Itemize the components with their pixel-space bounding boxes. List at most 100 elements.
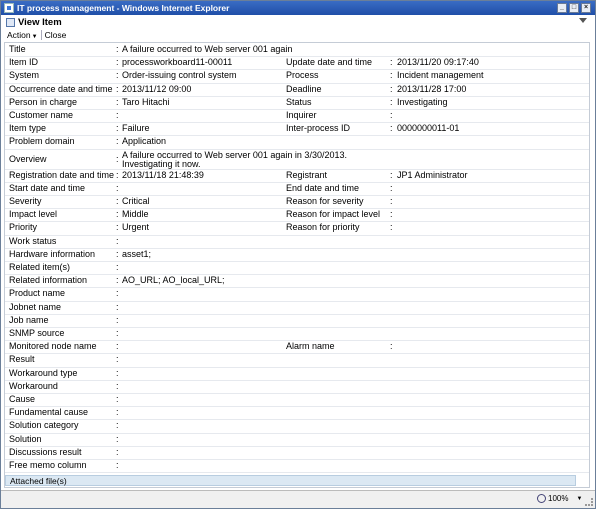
field-label: Overview bbox=[9, 153, 47, 164]
field-label: Hardware information bbox=[9, 248, 96, 259]
field-row: Product name: bbox=[5, 288, 589, 302]
browser-window: IT process management - Windows Internet… bbox=[0, 0, 596, 509]
field-label: Status bbox=[286, 96, 312, 107]
field-row: Related item(s): bbox=[5, 262, 589, 276]
field-row: System: Order-issuing control system Proce… bbox=[5, 70, 589, 84]
field-colon: : bbox=[390, 169, 393, 180]
field-colon: : bbox=[116, 153, 119, 164]
field-colon: : bbox=[116, 96, 119, 107]
field-value: 2013/11/20 09:17:40 bbox=[397, 57, 479, 68]
field-value: 2013/11/28 17:00 bbox=[397, 83, 467, 94]
field-colon: : bbox=[390, 123, 393, 134]
field-colon: : bbox=[116, 70, 119, 81]
field-colon: : bbox=[116, 460, 119, 470]
maximize-button[interactable]: □ bbox=[569, 3, 579, 13]
field-colon: : bbox=[116, 169, 119, 180]
field-value: processworkboard11-00011 bbox=[122, 57, 233, 68]
field-label: Title bbox=[9, 44, 26, 54]
close-window-button[interactable]: × bbox=[581, 3, 591, 13]
field-colon: : bbox=[390, 222, 393, 233]
field-row: Monitored node name: Alarm name: bbox=[5, 341, 589, 355]
collapse-arrow-icon[interactable] bbox=[579, 18, 587, 23]
field-colon: : bbox=[116, 196, 119, 206]
field-row: Customer name: Inquirer: bbox=[5, 110, 589, 124]
field-label: Work status bbox=[9, 235, 57, 246]
field-label: Reason for priority bbox=[286, 222, 360, 233]
field-label: Start date and time bbox=[9, 182, 86, 193]
field-row: Solution: bbox=[5, 434, 589, 447]
field-row: Impact level: Middle Reason for impact lev… bbox=[5, 209, 589, 223]
field-label: Result bbox=[9, 354, 35, 365]
field-label: Product name bbox=[9, 288, 66, 299]
field-value: Critical bbox=[122, 196, 150, 206]
field-colon: : bbox=[116, 394, 119, 404]
field-label: Reason for severity bbox=[286, 196, 364, 206]
field-label: Cause bbox=[9, 394, 36, 404]
resize-grip[interactable] bbox=[585, 498, 593, 506]
attached-files-header[interactable]: Attached file(s) bbox=[5, 475, 576, 486]
field-label: Solution category bbox=[9, 420, 79, 431]
field-label: SNMP source bbox=[9, 328, 65, 338]
field-row: Hardware information: asset1; bbox=[5, 249, 589, 262]
action-menu-button[interactable]: Action▼ bbox=[4, 30, 41, 41]
status-bar: 100% ▼ bbox=[1, 490, 595, 508]
field-colon: : bbox=[116, 341, 119, 352]
field-row: Work status: bbox=[5, 236, 589, 249]
field-label: Update date and time bbox=[286, 57, 373, 68]
field-row: Result: bbox=[5, 354, 589, 368]
field-colon: : bbox=[116, 301, 119, 312]
field-row: Solution category: bbox=[5, 420, 589, 434]
field-label: Solution bbox=[9, 433, 42, 444]
field-colon: : bbox=[390, 70, 393, 81]
caret-down-icon: ▼ bbox=[576, 495, 583, 502]
field-colon: : bbox=[116, 354, 119, 365]
caret-down-icon: ▼ bbox=[31, 33, 38, 40]
field-row: Start date and time: End date and time: bbox=[5, 183, 589, 196]
field-row: Problem domain: Application bbox=[5, 136, 589, 150]
field-colon: : bbox=[116, 57, 119, 68]
field-label: Monitored node name bbox=[9, 341, 97, 352]
field-row: Fundamental cause: bbox=[5, 407, 589, 421]
zoom-control[interactable]: 100% ▼ bbox=[537, 494, 582, 503]
toolbar: Action▼ Close bbox=[4, 29, 69, 41]
field-value: JP1 Administrator bbox=[397, 169, 468, 180]
field-colon: : bbox=[116, 446, 119, 457]
field-colon: : bbox=[116, 288, 119, 299]
field-label: Problem domain bbox=[9, 136, 75, 147]
field-row: Item type: Failure Inter-process ID:000000… bbox=[5, 123, 589, 137]
field-value: Urgent bbox=[122, 222, 150, 233]
field-label: Alarm name bbox=[286, 341, 335, 352]
field-colon: : bbox=[116, 235, 119, 246]
field-colon: : bbox=[116, 367, 119, 378]
field-value: Failure bbox=[122, 123, 150, 134]
field-colon: : bbox=[390, 83, 393, 94]
field-value: Taro Hitachi bbox=[122, 96, 170, 107]
field-value: 0000000011-01 bbox=[397, 123, 460, 134]
field-label: Free memo column bbox=[9, 460, 87, 470]
field-value: Incident management bbox=[397, 70, 484, 81]
field-value: A failure occurred to Web server 001 aga… bbox=[122, 44, 293, 54]
title-bar[interactable]: IT process management - Windows Internet… bbox=[1, 1, 595, 15]
field-label: Related item(s) bbox=[9, 262, 71, 272]
field-value-line2: Investigating it now. bbox=[122, 158, 201, 169]
field-label: Job name bbox=[9, 314, 49, 325]
field-colon: : bbox=[116, 433, 119, 444]
field-value: AO_URL; AO_local_URL; bbox=[122, 275, 225, 286]
window-title: IT process management - Windows Internet… bbox=[17, 3, 230, 13]
field-row: Jobnet name: bbox=[5, 302, 589, 315]
field-label: Discussions result bbox=[9, 446, 82, 457]
field-colon: : bbox=[116, 275, 119, 286]
field-label: Severity bbox=[9, 196, 42, 206]
field-colon: : bbox=[116, 262, 119, 272]
field-value: 2013/11/18 21:48:39 bbox=[122, 169, 204, 180]
field-label: Jobnet name bbox=[9, 301, 62, 312]
field-label: Priority bbox=[9, 222, 38, 233]
field-colon: : bbox=[116, 209, 119, 220]
page-title: View Item bbox=[18, 16, 62, 28]
minimize-button[interactable]: _ bbox=[557, 3, 567, 13]
field-row: Severity: Critical Reason for severity: bbox=[5, 196, 589, 210]
field-colon: : bbox=[116, 222, 119, 233]
close-button[interactable]: Close bbox=[42, 30, 70, 41]
field-colon: : bbox=[390, 196, 393, 206]
field-row: Discussions result: bbox=[5, 447, 589, 460]
